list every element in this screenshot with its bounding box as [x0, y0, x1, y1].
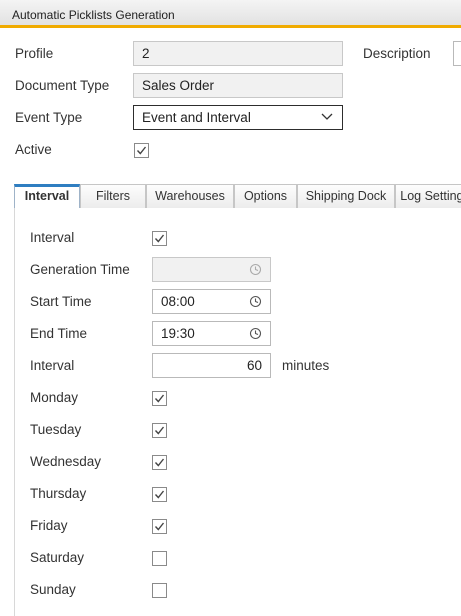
- document-type-value: Sales Order: [142, 78, 215, 93]
- day-label-friday: Friday: [30, 518, 68, 533]
- description-field[interactable]: [453, 41, 461, 66]
- tab-interval[interactable]: Interval: [14, 184, 80, 209]
- checkmark-icon: [154, 234, 165, 243]
- checkmark-icon: [154, 490, 165, 499]
- interval-minutes-input[interactable]: 60: [152, 353, 271, 378]
- clock-icon[interactable]: [249, 295, 262, 308]
- checkmark-icon: [154, 522, 165, 531]
- day-label-monday: Monday: [30, 390, 79, 405]
- minutes-unit-label: minutes: [282, 358, 330, 373]
- interval-minutes-label: Interval: [30, 358, 75, 373]
- event-type-value: Event and Interval: [142, 110, 251, 125]
- profile-field[interactable]: 2: [133, 41, 343, 66]
- day-label-thursday: Thursday: [30, 486, 87, 501]
- checkmark-icon: [154, 394, 165, 403]
- tab-options[interactable]: Options: [234, 184, 297, 208]
- start-time-value: 08:00: [161, 294, 195, 309]
- checkmark-icon: [154, 458, 165, 467]
- end-time-field[interactable]: 19:30: [152, 321, 271, 346]
- tab-filters[interactable]: Filters: [80, 184, 146, 208]
- end-time-value: 19:30: [161, 326, 195, 341]
- event-type-label: Event Type: [15, 110, 83, 125]
- interval-label: Interval: [30, 230, 75, 245]
- event-type-select[interactable]: Event and Interval: [133, 105, 343, 130]
- checkmark-icon: [136, 146, 147, 155]
- document-type-field[interactable]: Sales Order: [133, 73, 343, 98]
- active-checkbox[interactable]: [134, 143, 149, 158]
- day-checkbox-sunday[interactable]: [152, 583, 167, 598]
- day-checkbox-thursday[interactable]: [152, 487, 167, 502]
- start-time-label: Start Time: [30, 294, 92, 309]
- chevron-down-icon: [321, 113, 333, 120]
- tab-log-settings[interactable]: Log Settings: [395, 184, 461, 208]
- checkmark-icon: [154, 426, 165, 435]
- day-checkbox-saturday[interactable]: [152, 551, 167, 566]
- day-checkbox-friday[interactable]: [152, 519, 167, 534]
- day-checkbox-wednesday[interactable]: [152, 455, 167, 470]
- window-titlebar: Automatic Picklists Generation: [0, 0, 461, 28]
- clock-icon: [249, 263, 262, 276]
- tab-strip: Interval Filters Warehouses Options Ship…: [14, 184, 461, 209]
- tab-shipping-dock[interactable]: Shipping Dock: [297, 184, 395, 208]
- window-title: Automatic Picklists Generation: [12, 8, 175, 22]
- day-label-wednesday: Wednesday: [30, 454, 102, 469]
- day-label-sunday: Sunday: [30, 582, 76, 597]
- generation-time-label: Generation Time: [30, 262, 130, 277]
- tab-interval-label: Interval: [24, 189, 70, 203]
- interval-minutes-value: 60: [246, 358, 262, 373]
- description-label: Description: [363, 46, 431, 61]
- start-time-field[interactable]: 08:00: [152, 289, 271, 314]
- document-type-label: Document Type: [15, 78, 110, 93]
- tab-options-label: Options: [243, 189, 288, 203]
- clock-icon[interactable]: [249, 327, 262, 340]
- generation-time-field[interactable]: [152, 257, 271, 282]
- tab-warehouses-label: Warehouses: [155, 189, 225, 203]
- profile-label: Profile: [15, 46, 54, 61]
- tab-shipping-dock-label: Shipping Dock: [305, 189, 387, 203]
- day-checkbox-tuesday[interactable]: [152, 423, 167, 438]
- tab-log-settings-label: Log Settings: [400, 189, 461, 203]
- profile-value: 2: [142, 46, 150, 61]
- day-checkbox-monday[interactable]: [152, 391, 167, 406]
- day-label-tuesday: Tuesday: [30, 422, 82, 437]
- tab-filters-label: Filters: [95, 189, 131, 203]
- tab-warehouses[interactable]: Warehouses: [146, 184, 234, 208]
- interval-checkbox[interactable]: [152, 231, 167, 246]
- active-label: Active: [15, 142, 52, 157]
- end-time-label: End Time: [30, 326, 88, 341]
- day-label-saturday: Saturday: [30, 550, 85, 565]
